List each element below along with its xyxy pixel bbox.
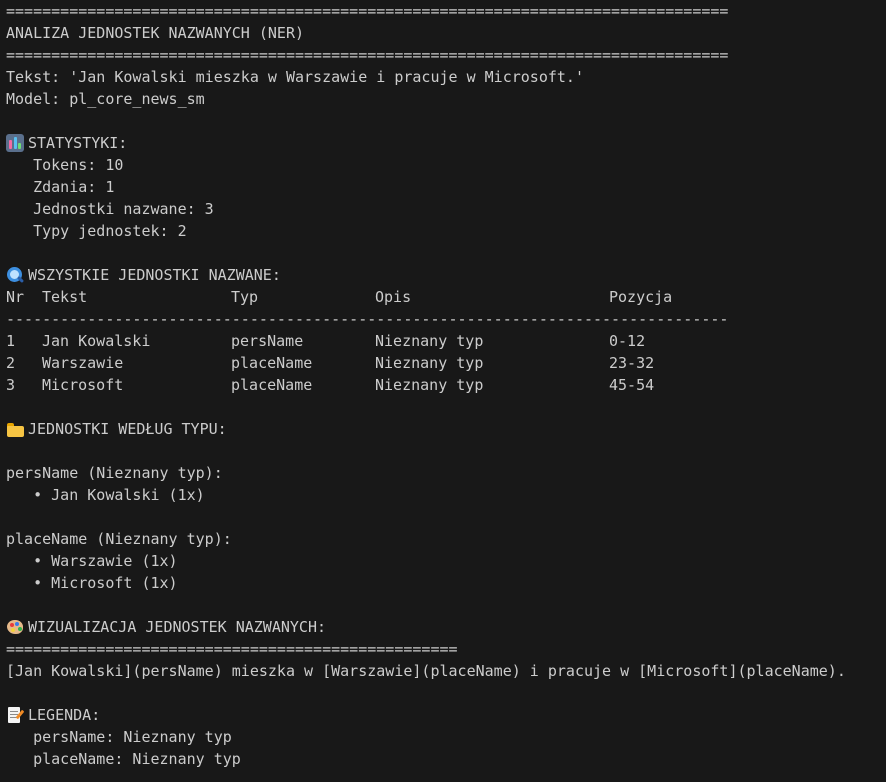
group-label-persname: persName (Nieznany typ): [6, 464, 223, 482]
entities-header-text: WSZYSTKIE JEDNOSTKI NAZWANE: [28, 266, 281, 284]
visualization-text: [Jan Kowalski](persName) mieszka w [Wars… [6, 662, 846, 680]
stat-entity-types: Typy jednostek: 2 [6, 222, 187, 240]
column-header-nr: Nr [6, 288, 25, 306]
row-position: 23-32 [609, 354, 655, 372]
separator-line: ----------------------------------------… [6, 308, 882, 330]
entities-header: WSZYSTKIE JEDNOSTKI NAZWANE: [6, 264, 882, 286]
stats-header-text: STATYSTYKI: [28, 134, 128, 152]
row-text: Warszawie [42, 354, 124, 372]
memo-icon [6, 706, 25, 724]
row-type: placeName [231, 376, 313, 394]
separator-double-top: ========================================… [6, 2, 729, 20]
row-type: persName [231, 332, 304, 350]
column-header-type: Typ [231, 288, 259, 306]
group-label-placename: placeName (Nieznany typ): [6, 530, 232, 548]
row-description: Nieznany typ [375, 376, 484, 394]
magnifier-icon [6, 266, 25, 284]
legend-item: persName: Nieznany typ [6, 728, 232, 746]
row-type: placeName [231, 354, 313, 372]
row-nr: 2 [6, 354, 16, 372]
separator-line: ========================================… [6, 0, 882, 22]
separator-line: ========================================… [6, 638, 882, 660]
row-text: Jan Kowalski [42, 332, 151, 350]
legend-header-text: LEGENDA: [28, 706, 101, 724]
row-description: Nieznany typ [375, 332, 484, 350]
terminal-output: ========================================… [6, 0, 882, 770]
stat-entities: Jednostki nazwane: 3 [6, 200, 214, 218]
table-header-row: Nr Tekst Typ Opis Pozycja [6, 286, 882, 308]
stat-sentences: Zdania: 1 [6, 178, 115, 196]
column-header-position: Pozycja [609, 288, 673, 306]
row-text: Microsoft [42, 376, 124, 394]
legend-item: placeName: Nieznany typ [6, 750, 241, 768]
separator-dash: ----------------------------------------… [6, 310, 729, 328]
separator-double-short: ========================================… [6, 640, 458, 658]
bar-chart-icon [6, 134, 24, 152]
row-position: 0-12 [609, 332, 646, 350]
group-item: • Jan Kowalski (1x) [6, 486, 205, 504]
column-header-description: Opis [375, 288, 412, 306]
group-item: • Warszawie (1x) [6, 552, 178, 570]
by-type-header-text: JEDNOSTKI WEDŁUG TYPU: [28, 420, 227, 438]
visualization-header: WIZUALIZACJA JEDNOSTEK NAZWANYCH: [6, 616, 882, 638]
report-title: ANALIZA JEDNOSTEK NAZWANYCH (NER) [6, 24, 305, 42]
analyzed-text-line: Tekst: 'Jan Kowalski mieszka w Warszawie… [6, 68, 584, 86]
legend-header: LEGENDA: [6, 704, 882, 726]
palette-icon [6, 618, 24, 636]
by-type-header: JEDNOSTKI WEDŁUG TYPU: [6, 418, 882, 440]
row-description: Nieznany typ [375, 354, 484, 372]
table-row: 3 Microsoft placeName Nieznany typ 45-54 [6, 374, 882, 396]
column-header-text: Tekst [42, 288, 88, 306]
table-row: 2 Warszawie placeName Nieznany typ 23-32 [6, 352, 882, 374]
row-nr: 3 [6, 376, 16, 394]
visualization-header-text: WIZUALIZACJA JEDNOSTEK NAZWANYCH: [28, 618, 327, 636]
separator-line: ========================================… [6, 44, 882, 66]
separator-double-bottom: ========================================… [6, 46, 729, 64]
stat-tokens: Tokens: 10 [6, 156, 124, 174]
folder-icon [6, 420, 24, 438]
row-position: 45-54 [609, 376, 655, 394]
stats-header: STATYSTYKI: [6, 132, 882, 154]
row-nr: 1 [6, 332, 16, 350]
table-row: 1 Jan Kowalski persName Nieznany typ 0-1… [6, 330, 882, 352]
model-line: Model: pl_core_news_sm [6, 90, 205, 108]
group-item: • Microsoft (1x) [6, 574, 178, 592]
